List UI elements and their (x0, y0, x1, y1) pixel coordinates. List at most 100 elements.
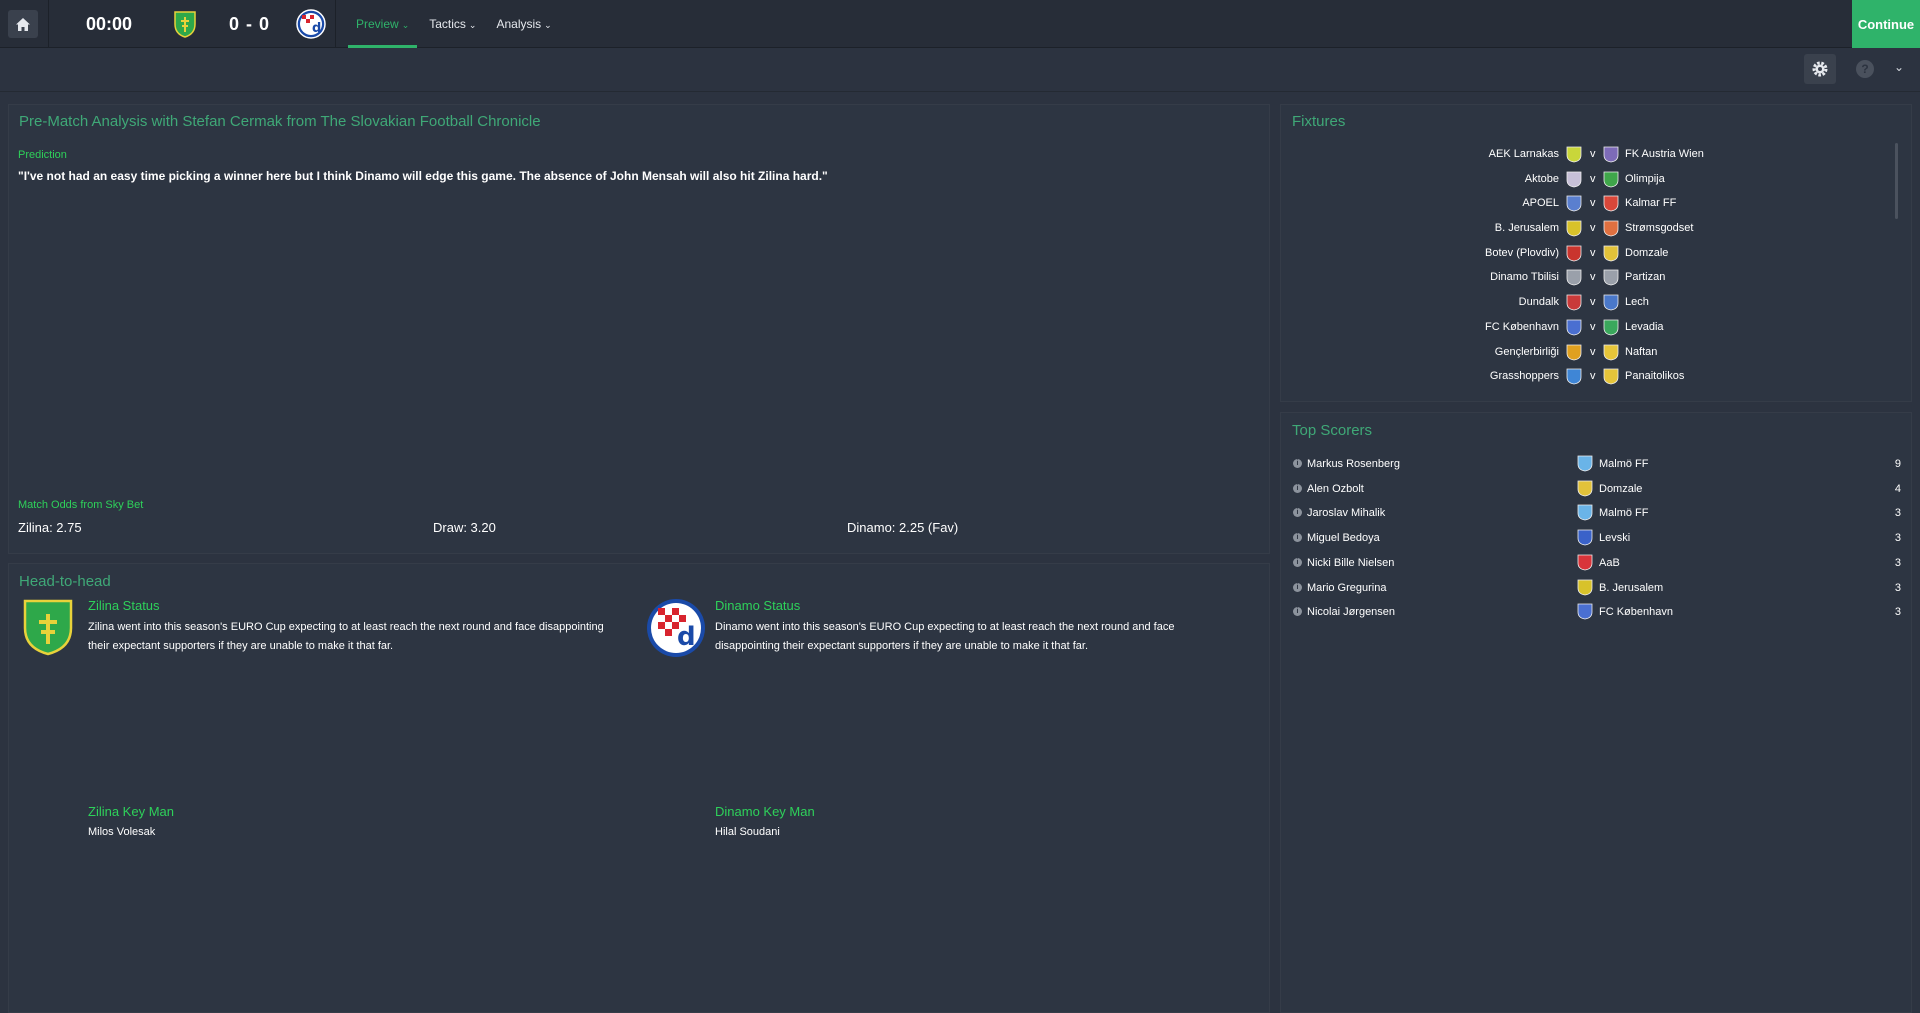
club-badge-icon (1603, 195, 1619, 215)
chevron-down-icon[interactable]: ⌄ (1894, 60, 1904, 74)
scorer-club[interactable]: Malmö FF (1599, 458, 1649, 470)
fixture-row[interactable]: B. Jerusalem v Strømsgodset (1281, 217, 1881, 242)
scorer-name[interactable]: Markus Rosenberg (1307, 458, 1400, 470)
zilina-status-text: Zilina went into this season's EURO Cup … (88, 621, 604, 652)
dinamo-crest[interactable]: d (646, 598, 706, 663)
scorer-goals: 3 (1894, 556, 1901, 569)
tab-preview[interactable]: Preview ⌄ (348, 0, 418, 48)
info-icon[interactable]: i (1293, 607, 1302, 617)
fixture-home-team[interactable]: B. Jerusalem (1495, 222, 1559, 234)
fixture-row[interactable]: APOEL v Kalmar FF (1281, 192, 1881, 217)
fixture-home-team[interactable]: Grasshoppers (1490, 370, 1559, 382)
club-badge-icon (1566, 146, 1582, 166)
info-icon[interactable]: i (1293, 508, 1302, 518)
fixture-row[interactable]: Dinamo Tbilisi v Partizan (1281, 266, 1881, 291)
versus-label: v (1590, 246, 1596, 259)
fixture-home-team[interactable]: APOEL (1522, 197, 1559, 209)
fixture-home-team[interactable]: Aktobe (1525, 173, 1559, 185)
club-badge-icon (1577, 455, 1593, 475)
scorer-name[interactable]: Nicki Bille Nielsen (1307, 557, 1394, 569)
scorer-club[interactable]: B. Jerusalem (1599, 582, 1663, 594)
scorer-row[interactable]: i Nicki Bille Nielsen AaB 3 (1281, 552, 1913, 576)
scorer-club[interactable]: Levski (1599, 532, 1630, 544)
dinamo-key-man-name[interactable]: Hilal Soudani (715, 826, 780, 838)
fixture-away-team[interactable]: FK Austria Wien (1625, 148, 1704, 160)
scorer-row[interactable]: i Alen Ozbolt Domzale 4 (1281, 478, 1913, 502)
scorer-name[interactable]: Nicolai Jørgensen (1307, 606, 1395, 618)
versus-label: v (1590, 148, 1596, 160)
scorer-club[interactable]: FC København (1599, 606, 1673, 618)
info-icon[interactable]: i (1293, 557, 1302, 567)
scorer-name[interactable]: Alen Ozbolt (1307, 483, 1364, 495)
settings-button[interactable] (1804, 54, 1836, 84)
fixture-row[interactable]: Dundalk v Lech (1281, 291, 1881, 316)
scorer-row[interactable]: i Jaroslav Mihalik Malmö FF 3 (1281, 502, 1913, 526)
fixture-home-team[interactable]: Gençlerbirliği (1495, 346, 1559, 358)
scorer-name[interactable]: Mario Gregurina (1307, 582, 1386, 594)
fixture-away-team[interactable]: Levadia (1625, 321, 1664, 333)
fixture-row[interactable]: AEK Larnakas v FK Austria Wien (1281, 143, 1881, 168)
fixture-home-team[interactable]: FC København (1485, 321, 1559, 333)
fixture-home-team[interactable]: Dundalk (1519, 296, 1559, 308)
scorer-club[interactable]: Malmö FF (1599, 507, 1649, 519)
club-badge-icon (1603, 344, 1619, 364)
scorer-club[interactable]: AaB (1599, 557, 1620, 569)
fixture-away-team[interactable]: Domzale (1625, 247, 1668, 259)
scorer-row[interactable]: i Miguel Bedoya Levski 3 (1281, 527, 1913, 551)
fixture-row[interactable]: Grasshoppers v Panaitolikos (1281, 365, 1881, 390)
tab-analysis[interactable]: Analysis ⌄ (488, 0, 559, 48)
scorer-goals: 3 (1894, 507, 1901, 520)
info-icon[interactable]: i (1293, 459, 1302, 468)
scorer-name[interactable]: Miguel Bedoya (1307, 532, 1380, 544)
chevron-down-icon: ⌄ (401, 20, 410, 30)
versus-label: v (1590, 172, 1596, 185)
club-badge-icon (1603, 269, 1619, 289)
club-badge-icon (1603, 220, 1619, 240)
scorer-row[interactable]: i Mario Gregurina B. Jerusalem 3 (1281, 577, 1913, 601)
match-score: 0 - 0 (229, 14, 271, 34)
fixture-away-team[interactable]: Partizan (1625, 271, 1665, 283)
fixture-home-team[interactable]: Dinamo Tbilisi (1490, 271, 1559, 283)
zilina-key-man-name[interactable]: Milos Volesak (88, 826, 155, 838)
fixture-away-team[interactable]: Lech (1625, 296, 1649, 308)
odds-away: Dinamo: 2.25 (Fav) (847, 520, 959, 535)
fixture-row[interactable]: Gençlerbirliği v Naftan (1281, 341, 1881, 366)
prediction-quote: "I've not had an easy time picking a win… (18, 169, 828, 183)
zilina-crest[interactable] (22, 598, 74, 661)
scorer-row[interactable]: i Nicolai Jørgensen FC København 3 (1281, 601, 1913, 625)
help-icon[interactable]: ? (1856, 60, 1874, 78)
fixture-home-team[interactable]: Botev (Plovdiv) (1485, 247, 1559, 259)
fixture-row[interactable]: FC København v Levadia (1281, 316, 1881, 341)
scorer-goals: 3 (1894, 532, 1901, 545)
fixture-away-team[interactable]: Strømsgodset (1625, 222, 1693, 234)
info-icon[interactable]: i (1293, 582, 1302, 592)
scorer-club[interactable]: Domzale (1599, 483, 1642, 495)
fixture-away-team[interactable]: Olimpija (1625, 173, 1665, 185)
home-button[interactable] (8, 10, 38, 38)
away-team-crest[interactable]: d (296, 9, 326, 44)
continue-button[interactable]: Continue (1852, 0, 1920, 48)
info-icon[interactable]: i (1293, 533, 1302, 543)
fixtures-scrollbar[interactable] (1895, 143, 1898, 219)
fixture-away-team[interactable]: Naftan (1625, 346, 1657, 358)
scorer-name[interactable]: Jaroslav Mihalik (1307, 507, 1385, 519)
fixture-row[interactable]: Aktobe v Olimpija (1281, 168, 1881, 193)
odds-draw: Draw: 3.20 (433, 520, 496, 535)
versus-label: v (1590, 271, 1596, 284)
club-badge-icon (1577, 554, 1593, 574)
fixture-away-team[interactable]: Panaitolikos (1625, 370, 1684, 382)
club-badge-icon (1603, 171, 1619, 191)
dinamo-status-text: Dinamo went into this season's EURO Cup … (715, 621, 1175, 652)
versus-label: v (1590, 370, 1596, 383)
club-badge-icon (1566, 245, 1582, 265)
scorer-goals: 3 (1894, 606, 1901, 619)
home-team-crest[interactable] (173, 10, 197, 43)
club-badge-icon (1566, 294, 1582, 314)
fixture-row[interactable]: Botev (Plovdiv) v Domzale (1281, 242, 1881, 267)
info-icon[interactable]: i (1293, 483, 1302, 493)
fixture-away-team[interactable]: Kalmar FF (1625, 197, 1676, 209)
tab-tactics[interactable]: Tactics ⌄ (421, 0, 484, 48)
scorer-row[interactable]: i Markus Rosenberg Malmö FF 9 (1281, 453, 1913, 477)
fixture-home-team[interactable]: AEK Larnakas (1489, 148, 1559, 160)
fixtures-panel: Fixtures AEK Larnakas v FK Austria Wien Akt… (1280, 104, 1912, 402)
